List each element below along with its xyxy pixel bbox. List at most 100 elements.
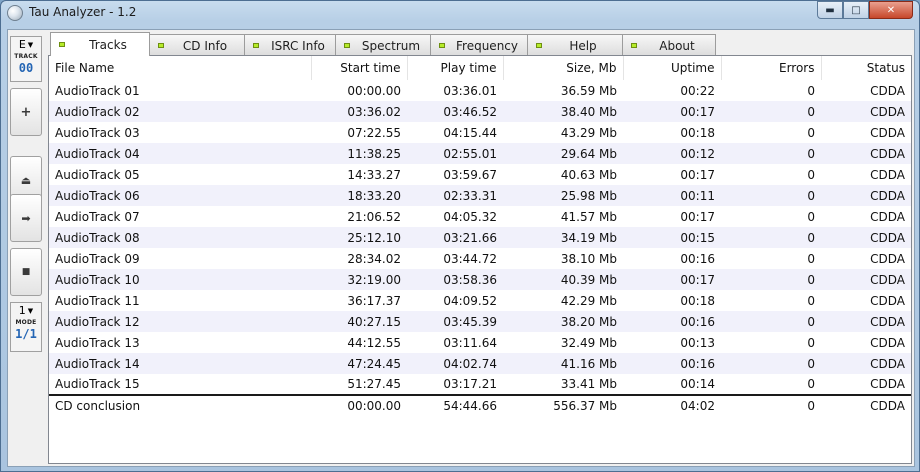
uptime-cell: 00:17 (623, 269, 721, 290)
maximize-button[interactable]: □ (843, 1, 869, 19)
table-row[interactable]: AudioTrack 07 21:06.52 04:05.32 41.57 Mb 00:… (49, 206, 911, 227)
window-controls: ▬ □ ✕ (817, 1, 913, 19)
play-time-cell: 03:46.52 (407, 101, 503, 122)
start-time-cell: 40:27.15 (311, 311, 407, 332)
play-button[interactable]: ➡ (10, 194, 42, 242)
size-cell: 43.29 Mb (560, 125, 617, 140)
led-icon (253, 43, 259, 48)
table-row[interactable]: AudioTrack 08 25:12.10 03:21.66 34.19 Mb 00:… (49, 227, 911, 248)
play-time-cell: 04:02.74 (407, 353, 503, 374)
eject-icon: ⏏ (20, 173, 32, 187)
table-row[interactable]: AudioTrack 14 47:24.45 04:02.74 41.16 Mb 00:… (49, 353, 911, 374)
column-header-play-time[interactable]: Play time (407, 56, 504, 80)
column-header-size[interactable]: Size, Mb (503, 56, 624, 80)
errors-cell: 0 (721, 269, 821, 290)
size-cell: 41.16 Mb (503, 353, 623, 374)
drive-letter: E (18, 38, 26, 51)
mode-fraction: 1/1 (15, 327, 37, 341)
app-icon (7, 5, 23, 21)
uptime-cell: 00:18 (680, 125, 715, 140)
drive-select[interactable]: E ▼ (11, 37, 41, 53)
minimize-button[interactable]: ▬ (817, 1, 843, 19)
summary-row[interactable]: CD conclusion 00:00.00 54:44.66 556.37 Mb 04… (49, 394, 911, 416)
start-time-cell: 28:34.02 (347, 251, 401, 266)
table-row[interactable]: AudioTrack 04 11:38.25 02:55.01 29.64 Mb 00:… (49, 143, 911, 164)
file-name-cell: AudioTrack 10 (49, 269, 311, 290)
tab-about[interactable]: About (622, 34, 716, 56)
uptime-cell: 00:18 (680, 293, 715, 308)
led-icon (631, 43, 637, 48)
column-header-file-name[interactable]: File Name (49, 56, 312, 80)
status-cell: CDDA (870, 209, 905, 224)
tab-frequency[interactable]: Frequency (430, 34, 528, 56)
size-cell: 41.57 Mb (560, 209, 617, 224)
column-header-status[interactable]: Status (821, 56, 911, 80)
add-button[interactable]: + (10, 88, 42, 136)
title-bar[interactable]: Tau Analyzer - 1.2 ▬ □ ✕ (1, 1, 919, 25)
tab-label: Tracks (89, 37, 127, 52)
tab-help[interactable]: Help (527, 34, 623, 56)
status-cell: CDDA (870, 293, 905, 308)
table-row[interactable]: AudioTrack 01 00:00.00 03:36.01 36.59 Mb 00:… (49, 80, 911, 101)
mode-select[interactable]: 1 ▼ (11, 303, 41, 319)
play-time-cell: 03:44.72 (443, 251, 497, 266)
uptime-cell: 00:16 (680, 251, 715, 266)
summary-size-cell: 556.37 Mb (503, 394, 623, 416)
main-panel: Tracks CD Info ISRC Info Spectrum Freque… (48, 30, 914, 466)
table-row[interactable]: AudioTrack 09 28:34.02 03:44.72 38.10 Mb 00:… (49, 248, 911, 269)
table-row[interactable]: AudioTrack 13 44:12.55 03:11.64 32.49 Mb 00:… (49, 332, 911, 353)
stop-icon: ■ (21, 267, 31, 277)
uptime-cell: 00:17 (680, 167, 715, 182)
column-header-errors[interactable]: Errors (721, 56, 822, 80)
table-row[interactable]: AudioTrack 10 32:19.00 03:58.36 40.39 Mb 00:… (49, 269, 911, 290)
start-time-cell: 18:33.20 (311, 185, 407, 206)
tab-tracks[interactable]: Tracks (50, 32, 150, 56)
file-name-cell: AudioTrack 02 (49, 101, 311, 122)
column-header-uptime[interactable]: Uptime (623, 56, 722, 80)
table-row[interactable]: AudioTrack 02 03:36.02 03:46.52 38.40 Mb 00:… (49, 101, 911, 122)
window-title: Tau Analyzer - 1.2 (29, 5, 137, 19)
client-area: E ▼ TRACK 00 + ⏏ ➡ ■ 1 ▼ MODE 1/1 Tracks C… (7, 29, 915, 467)
stop-button[interactable]: ■ (10, 248, 42, 296)
tab-label: Help (569, 38, 597, 53)
status-cell: CDDA (821, 185, 911, 206)
table-row[interactable]: AudioTrack 11 36:17.37 04:09.52 42.29 Mb 00:… (49, 290, 911, 311)
size-cell: 40.39 Mb (503, 269, 623, 290)
maximize-icon: □ (851, 4, 861, 16)
chevron-down-icon: ▼ (27, 307, 34, 315)
table-row[interactable]: AudioTrack 06 18:33.20 02:33.31 25.98 Mb 00:… (49, 185, 911, 206)
status-cell: CDDA (870, 125, 905, 140)
errors-cell: 0 (721, 311, 821, 332)
led-icon (59, 42, 65, 47)
table-row[interactable]: AudioTrack 03 07:22.55 04:15.44 43.29 Mb 00:… (49, 122, 911, 143)
tab-isrc-info[interactable]: ISRC Info (244, 34, 336, 56)
size-cell: 36.59 Mb (560, 83, 617, 98)
uptime-cell: 00:14 (680, 377, 715, 391)
file-name-cell: AudioTrack 15 (55, 377, 140, 391)
status-cell: CDDA (821, 227, 911, 248)
column-header-start-time[interactable]: Start time (311, 56, 408, 80)
tab-cd-info[interactable]: CD Info (149, 34, 245, 56)
close-button[interactable]: ✕ (869, 1, 913, 19)
mode-label: MODE (15, 319, 37, 326)
tab-spectrum[interactable]: Spectrum (335, 34, 431, 56)
play-time-cell: 03:21.66 (407, 227, 503, 248)
file-name-cell: AudioTrack 14 (49, 353, 311, 374)
summary-file-name-cell: CD conclusion (49, 394, 311, 416)
errors-cell: 0 (807, 293, 815, 308)
size-cell: 32.49 Mb (560, 335, 617, 350)
size-cell: 25.98 Mb (503, 185, 623, 206)
file-name-cell: AudioTrack 04 (49, 143, 311, 164)
chevron-down-icon: ▼ (27, 41, 34, 49)
uptime-cell: 00:17 (623, 101, 721, 122)
file-name-cell: AudioTrack 03 (55, 125, 140, 140)
play-time-cell: 03:11.64 (443, 335, 497, 350)
status-cell: CDDA (870, 335, 905, 350)
table-row[interactable]: AudioTrack 05 14:33.27 03:59.67 40.63 Mb 00:… (49, 164, 911, 185)
tab-strip: Tracks CD Info ISRC Info Spectrum Freque… (50, 32, 716, 56)
size-cell: 33.41 Mb (560, 377, 617, 391)
summary-errors-cell: 0 (721, 394, 821, 416)
size-cell: 42.29 Mb (560, 293, 617, 308)
table-row[interactable]: AudioTrack 12 40:27.15 03:45.39 38.20 Mb 00:… (49, 311, 911, 332)
table-row[interactable]: AudioTrack 15 51:27.45 03:17.21 33.41 Mb 00:… (49, 374, 911, 395)
